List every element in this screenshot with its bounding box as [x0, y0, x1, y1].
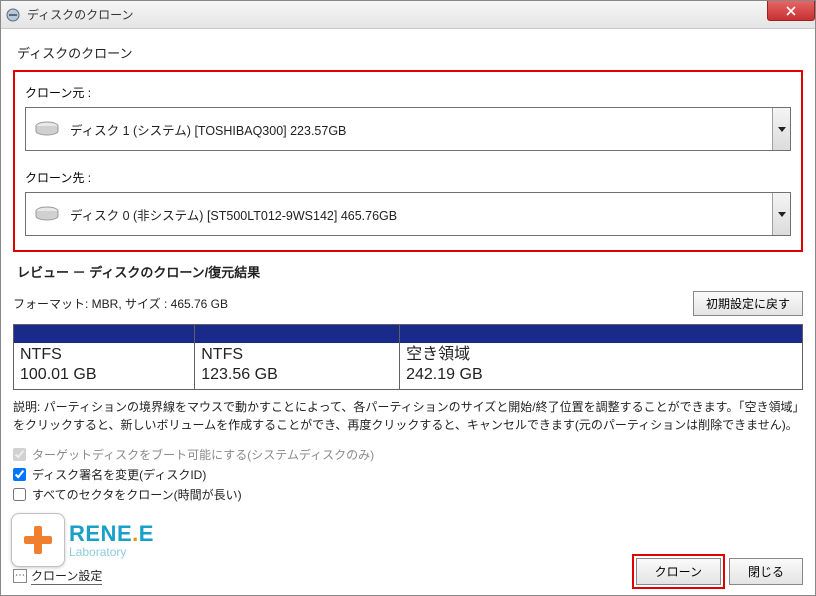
- option-disksig[interactable]: ディスク署名を変更(ディスクID): [13, 466, 803, 483]
- bottom-buttons: クローン 閉じる: [636, 558, 803, 585]
- window-title: ディスクのクローン: [27, 6, 134, 23]
- logo-text: RENE.E Laboratory: [69, 521, 154, 559]
- logo-brand-dot: .: [132, 521, 139, 546]
- hard-disk-icon: [34, 205, 60, 223]
- hard-disk-icon: [34, 120, 60, 138]
- option-disksig-label: ディスク署名を変更(ディスクID): [32, 466, 206, 483]
- option-allsector-label: すべてのセクタをクローン(時間が長い): [32, 486, 242, 503]
- explanation-text: 説明: パーティションの境界線をマウスで動かすことによって、各パーティションのサ…: [13, 398, 803, 434]
- close-button[interactable]: 閉じる: [729, 558, 803, 585]
- logo-subtext: Laboratory: [69, 545, 154, 559]
- option-bootable: ターゲットディスクをブート可能にする(システムディスクのみ): [13, 446, 803, 463]
- target-disk-text: ディスク 0 (非システム) [ST500LT012-9WS142] 465.7…: [70, 205, 782, 224]
- close-icon: [786, 6, 796, 16]
- partition-name: NTFS: [201, 345, 393, 365]
- clone-settings-label: クローン設定: [31, 567, 102, 585]
- partition-column[interactable]: NTFS100.01 GB: [14, 325, 195, 389]
- clone-button[interactable]: クローン: [636, 558, 721, 585]
- partition-header: [400, 325, 802, 343]
- partition-body: NTFS100.01 GB: [14, 343, 194, 389]
- review-heading: レビュー － ディスクのクローン/復元結果: [17, 262, 803, 281]
- source-disk-combo[interactable]: ディスク 1 (システム) [TOSHIBAQ300] 223.57GB: [25, 107, 791, 151]
- partition-size: 242.19 GB: [406, 365, 796, 385]
- window-close-button[interactable]: [767, 1, 815, 21]
- partition-size: 100.01 GB: [20, 365, 188, 385]
- client-area: ディスクのクローン クローン元 : ディスク 1 (システム) [TOSHIBA…: [1, 29, 815, 516]
- format-text: フォーマット: MBR, サイズ : 465.76 GB: [13, 295, 228, 312]
- disk-selection-group: クローン元 : ディスク 1 (システム) [TOSHIBAQ300] 223.…: [13, 70, 803, 252]
- partition-header: [14, 325, 194, 343]
- reset-defaults-button[interactable]: 初期設定に戻す: [693, 291, 803, 316]
- settings-icon: ⋯: [13, 569, 27, 583]
- titlebar: ディスクのクローン: [1, 1, 815, 29]
- partition-body: NTFS123.56 GB: [195, 343, 399, 389]
- logo-brand-e: E: [139, 521, 154, 546]
- partition-body: 空き領域242.19 GB: [400, 343, 802, 389]
- plus-icon: [18, 520, 58, 560]
- app-icon: [5, 7, 21, 23]
- partition-column[interactable]: 空き領域242.19 GB: [400, 325, 802, 389]
- partition-name: 空き領域: [406, 345, 796, 365]
- option-allsector-checkbox[interactable]: [13, 488, 26, 501]
- partition-preview[interactable]: NTFS100.01 GBNTFS123.56 GB空き領域242.19 GB: [13, 324, 803, 390]
- option-allsector[interactable]: すべてのセクタをクローン(時間が長い): [13, 486, 803, 503]
- target-label: クローン先 :: [25, 169, 791, 186]
- bottom-controls: ⋯ クローン設定 クローン 閉じる: [13, 558, 803, 585]
- partition-size: 123.56 GB: [201, 365, 393, 385]
- partition-name: NTFS: [20, 345, 188, 365]
- app-window: ディスクのクローン ディスクのクローン クローン元 : ディスク 1 (システム…: [0, 0, 816, 596]
- logo-brand-main: RENE: [69, 521, 132, 546]
- source-disk-text: ディスク 1 (システム) [TOSHIBAQ300] 223.57GB: [70, 120, 782, 139]
- clone-settings-link[interactable]: ⋯ クローン設定: [13, 567, 102, 585]
- option-disksig-checkbox[interactable]: [13, 468, 26, 481]
- chevron-down-icon: [772, 193, 790, 235]
- option-bootable-label: ターゲットディスクをブート可能にする(システムディスクのみ): [32, 446, 374, 463]
- partition-header: [195, 325, 399, 343]
- format-row: フォーマット: MBR, サイズ : 465.76 GB 初期設定に戻す: [13, 291, 803, 316]
- chevron-down-icon: [772, 108, 790, 150]
- partition-column[interactable]: NTFS123.56 GB: [195, 325, 400, 389]
- option-bootable-checkbox: [13, 448, 26, 461]
- page-title: ディスクのクローン: [17, 43, 803, 62]
- source-label: クローン元 :: [25, 84, 791, 101]
- target-disk-combo[interactable]: ディスク 0 (非システム) [ST500LT012-9WS142] 465.7…: [25, 192, 791, 236]
